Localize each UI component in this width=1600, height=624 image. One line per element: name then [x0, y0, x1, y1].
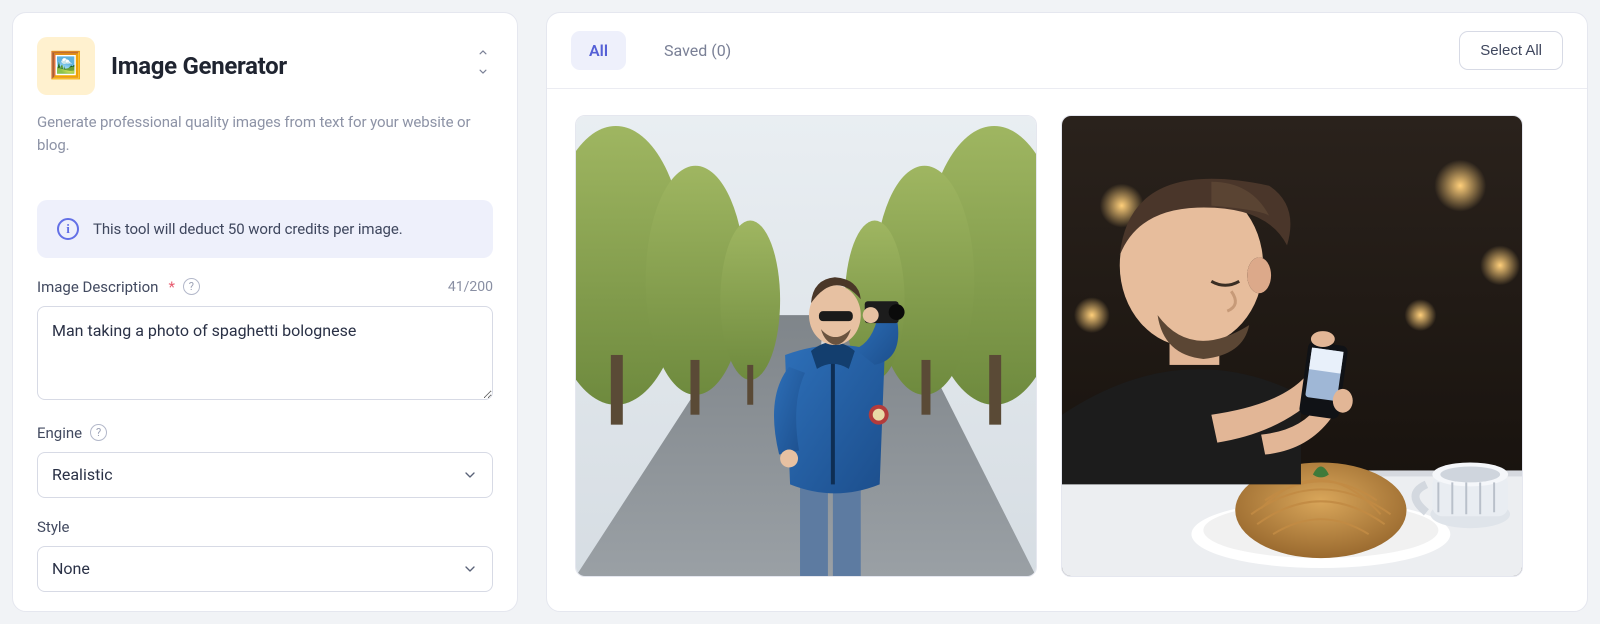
- style-select[interactable]: None: [37, 546, 493, 592]
- results-header: All Saved (0) Select All: [547, 13, 1587, 89]
- sort-toggle[interactable]: [471, 47, 495, 77]
- page-title: Image Generator: [111, 52, 287, 80]
- credits-banner-text: This tool will deduct 50 word credits pe…: [93, 220, 403, 238]
- credits-banner: i This tool will deduct 50 word credits …: [37, 200, 493, 258]
- chevron-down-icon: [462, 467, 478, 483]
- style-label-text: Style: [37, 518, 70, 536]
- description-label: Image Description * ?: [37, 278, 200, 296]
- result-image[interactable]: [575, 115, 1037, 577]
- info-icon: i: [57, 218, 79, 240]
- select-all-button[interactable]: Select All: [1459, 31, 1563, 70]
- panel-header: 🖼️ Image Generator: [13, 13, 517, 111]
- tab-saved[interactable]: Saved (0): [646, 31, 749, 70]
- help-icon[interactable]: ?: [90, 424, 107, 441]
- char-counter: 41/200: [448, 279, 493, 295]
- chevron-down-icon: [462, 561, 478, 577]
- engine-label-text: Engine: [37, 424, 82, 442]
- help-icon[interactable]: ?: [183, 278, 200, 295]
- engine-label: Engine ?: [37, 424, 107, 442]
- image-gallery: [547, 89, 1587, 611]
- description-label-text: Image Description: [37, 278, 158, 296]
- tab-all[interactable]: All: [571, 31, 626, 70]
- description-input[interactable]: [37, 306, 493, 400]
- style-value: None: [52, 559, 90, 578]
- page-subtitle: Generate professional quality images fro…: [13, 111, 517, 178]
- required-marker: *: [168, 278, 174, 296]
- field-description: Image Description * ? 41/200: [37, 278, 493, 404]
- field-engine: Engine ? Realistic: [37, 424, 493, 498]
- results-panel: All Saved (0) Select All: [546, 12, 1588, 612]
- engine-select[interactable]: Realistic: [37, 452, 493, 498]
- engine-value: Realistic: [52, 465, 113, 484]
- generator-panel: 🖼️ Image Generator Generate professional…: [12, 12, 518, 612]
- image-icon: 🖼️: [37, 37, 95, 95]
- result-image[interactable]: [1061, 115, 1523, 577]
- field-style: Style None: [37, 518, 493, 592]
- style-label: Style: [37, 518, 70, 536]
